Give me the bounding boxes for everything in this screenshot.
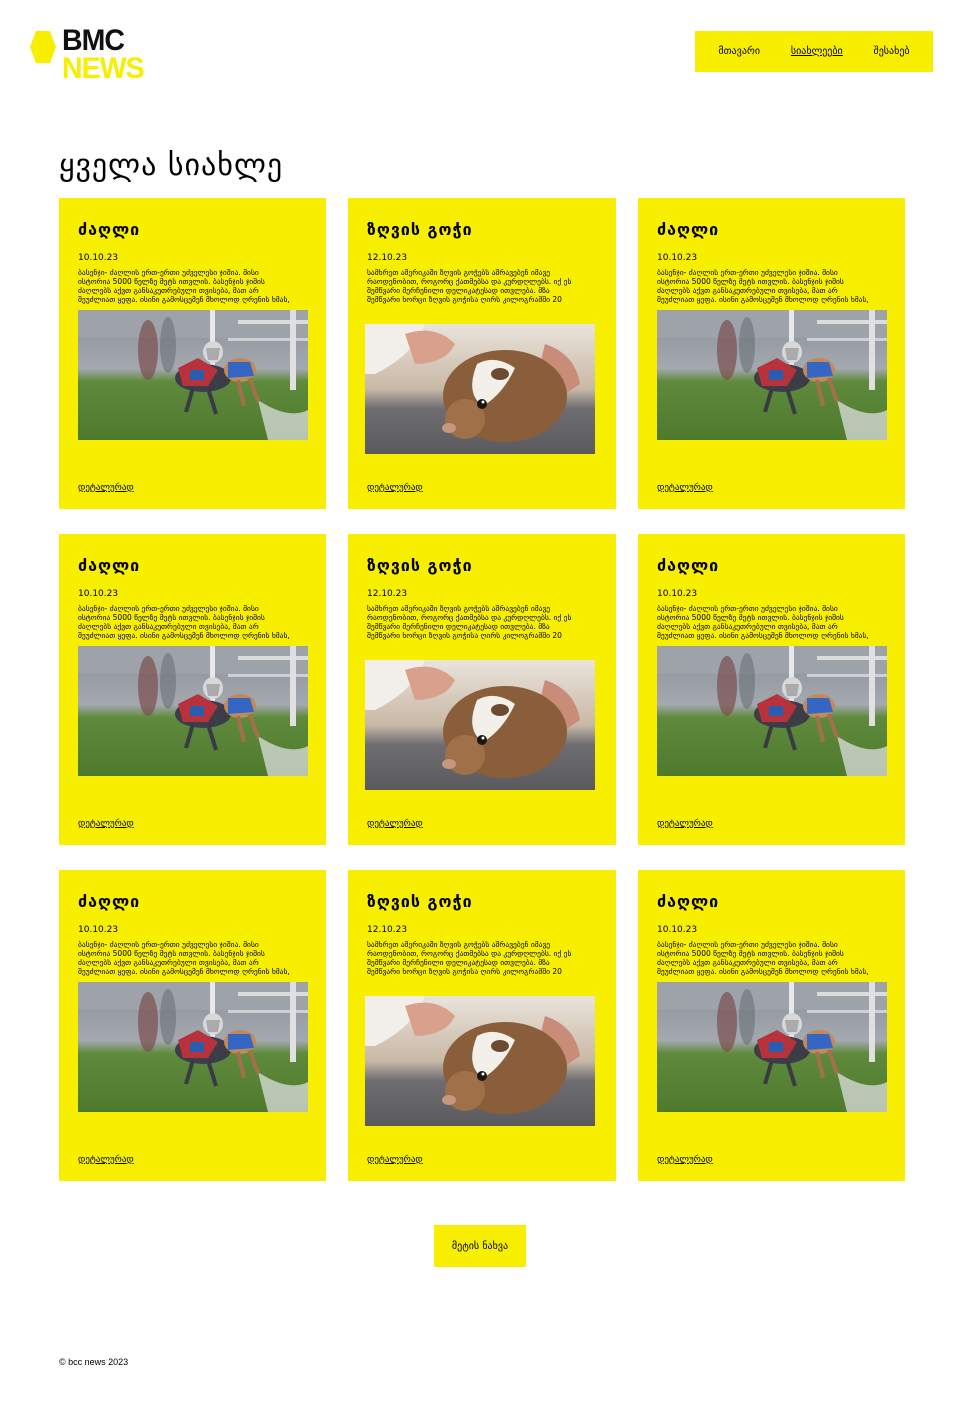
card-date: 12.10.23 [367, 253, 408, 263]
logo-hexagon-icon [30, 31, 56, 63]
load-more-button[interactable]: მეტის ნახვა [434, 1225, 526, 1267]
page-title: ყველა სიახლე [59, 148, 284, 183]
guinea-pig-photo [365, 996, 595, 1126]
card-details-link[interactable]: დეტალურად [657, 1155, 713, 1165]
card-details-link[interactable]: დეტალურად [78, 1155, 134, 1165]
card-title: ძაღლი [657, 556, 720, 575]
card-excerpt: ბასენჯი- ძაღლის ერთ-ერთი უძველესი ჯიშია.… [78, 268, 290, 304]
card-date: 10.10.23 [657, 253, 698, 263]
nav-item-news[interactable]: სიახლეები [791, 46, 843, 57]
news-card: ძაღლი 10.10.23 ბასენჯი- ძაღლის ერთ-ერთი უძ… [638, 198, 905, 509]
news-card: ძაღლი 10.10.23 ბასენჯი- ძაღლის ერთ-ერთი უძ… [638, 870, 905, 1181]
card-title: ზღვის გოჭი [367, 556, 473, 575]
card-image-dog [657, 310, 887, 440]
card-excerpt: სამხრეთ ამერიკაში ზღვის გოჭებს აშრავებენ… [367, 604, 572, 640]
card-title: ძაღლი [657, 220, 720, 239]
news-card: ზღვის გოჭი 12.10.23 სამხრეთ ამერიკაში ზღვი… [348, 534, 616, 845]
card-details-link[interactable]: დეტალურად [367, 819, 423, 829]
card-excerpt: ბასენჯი- ძაღლის ერთ-ერთი უძველესი ჯიშია.… [657, 268, 869, 304]
nav-item-about[interactable]: შესახებ [874, 46, 910, 57]
main-nav: მთავარი სიახლეები შესახებ [695, 31, 933, 72]
card-title: ძაღლი [78, 220, 141, 239]
news-card: ზღვის გოჭი 12.10.23 სამხრეთ ამერიკაში ზღვი… [348, 870, 616, 1181]
card-image-guinea-pig [365, 996, 595, 1126]
card-excerpt: ბასენჯი- ძაღლის ერთ-ერთი უძველესი ჯიშია.… [78, 604, 290, 640]
dog-photo [78, 982, 308, 1112]
dog-photo [657, 982, 887, 1112]
card-excerpt: ბასენჯი- ძაღლის ერთ-ერთი უძველესი ჯიშია.… [657, 604, 869, 640]
card-image-dog [78, 982, 308, 1112]
card-date: 10.10.23 [657, 589, 698, 599]
card-excerpt: ბასენჯი- ძაღლის ერთ-ერთი უძველესი ჯიშია.… [657, 940, 869, 976]
dog-photo [657, 646, 887, 776]
card-title: ძაღლი [78, 892, 141, 911]
card-excerpt: სამხრეთ ამერიკაში ზღვის გოჭებს აშრავებენ… [367, 940, 572, 976]
card-date: 10.10.23 [657, 925, 698, 935]
card-image-guinea-pig [365, 324, 595, 454]
guinea-pig-photo [365, 660, 595, 790]
card-image-dog [657, 982, 887, 1112]
news-card: ძაღლი 10.10.23 ბასენჯი- ძაღლის ერთ-ერთი უძ… [59, 198, 326, 509]
dog-photo [78, 646, 308, 776]
card-details-link[interactable]: დეტალურად [657, 819, 713, 829]
dog-photo [78, 310, 308, 440]
card-date: 12.10.23 [367, 925, 408, 935]
card-image-dog [657, 646, 887, 776]
logo-text-bottom: NEWS [62, 52, 145, 85]
news-card: ძაღლი 10.10.23 ბასენჯი- ძაღლის ერთ-ერთი უძ… [59, 534, 326, 845]
news-card: ზღვის გოჭი 12.10.23 სამხრეთ ამერიკაში ზღვი… [348, 198, 616, 509]
card-title: ზღვის გოჭი [367, 892, 473, 911]
card-image-dog [78, 310, 308, 440]
card-date: 10.10.23 [78, 253, 119, 263]
card-image-guinea-pig [365, 660, 595, 790]
card-details-link[interactable]: დეტალურად [78, 819, 134, 829]
card-details-link[interactable]: დეტალურად [78, 483, 134, 493]
card-excerpt: ბასენჯი- ძაღლის ერთ-ერთი უძველესი ჯიშია.… [78, 940, 290, 976]
news-card: ძაღლი 10.10.23 ბასენჯი- ძაღლის ერთ-ერთი უძ… [59, 870, 326, 1181]
card-title: ზღვის გოჭი [367, 220, 473, 239]
footer-copyright: © bcc news 2023 [59, 1357, 129, 1367]
card-date: 10.10.23 [78, 589, 119, 599]
news-grid: ძაღლი 10.10.23 ბასენჯი- ძაღლის ერთ-ერთი უძ… [59, 198, 905, 1181]
card-date: 12.10.23 [367, 589, 408, 599]
nav-item-home[interactable]: მთავარი [718, 46, 760, 57]
guinea-pig-photo [365, 324, 595, 454]
card-details-link[interactable]: დეტალურად [367, 1155, 423, 1165]
dog-photo [657, 310, 887, 440]
card-details-link[interactable]: დეტალურად [657, 483, 713, 493]
news-card: ძაღლი 10.10.23 ბასენჯი- ძაღლის ერთ-ერთი უძ… [638, 534, 905, 845]
card-details-link[interactable]: დეტალურად [367, 483, 423, 493]
card-date: 10.10.23 [78, 925, 119, 935]
card-title: ძაღლი [657, 892, 720, 911]
card-excerpt: სამხრეთ ამერიკაში ზღვის გოჭებს აშრავებენ… [367, 268, 572, 304]
card-image-dog [78, 646, 308, 776]
logo[interactable]: BMC NEWS [30, 26, 160, 86]
card-title: ძაღლი [78, 556, 141, 575]
